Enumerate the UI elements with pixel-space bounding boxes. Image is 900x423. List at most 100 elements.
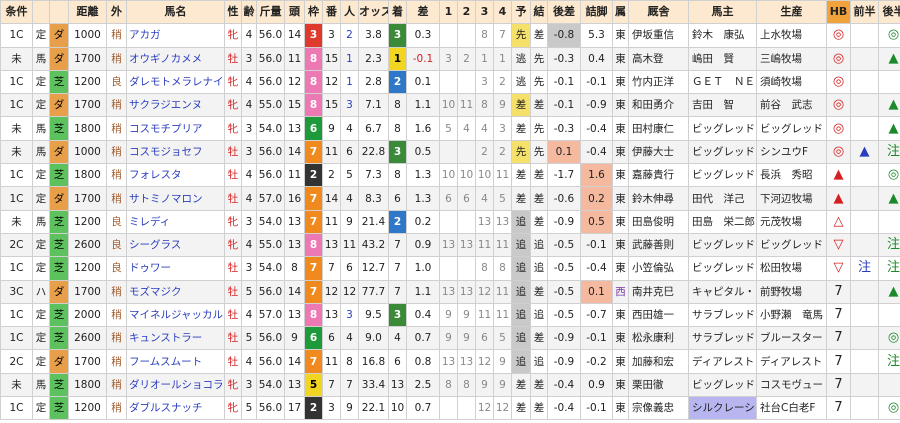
cell-tsume: 1.6 xyxy=(580,163,613,188)
table-row[interactable]: 1C 定ダ 1700 稍サクラジエンヌ牝 4 55.0 15 8 15 3 7.1 8 1.1 10 11 8… xyxy=(0,93,900,118)
cell-tsume: -0.1 xyxy=(580,326,613,351)
header-chaku[interactable]: 着 xyxy=(388,0,407,25)
cell-ketsu: 差 xyxy=(530,372,548,398)
header-ban[interactable]: 番 xyxy=(322,0,341,25)
header-dist[interactable]: 距離 xyxy=(68,0,107,25)
header-kou[interactable]: 後半 xyxy=(878,0,900,25)
cell-kind: 馬 xyxy=(32,46,50,71)
cell-sa: 1.1 xyxy=(406,279,440,304)
horse-name-link[interactable]: ダレモトメラレナイ xyxy=(126,69,225,95)
header-tsume[interactable]: 詰脚 xyxy=(580,0,613,25)
horse-name-link[interactable]: シーグラス xyxy=(126,232,225,258)
horse-name-link[interactable]: コスモチプリア xyxy=(126,116,225,141)
horse-name-link[interactable]: コスモジョセフ xyxy=(126,139,225,165)
table-row[interactable]: 1C 定ダ 1700 稍サトミノマロン牡 4 57.0 16 7 14 4 8.3 6 1.3 6 6 4 5 差… xyxy=(0,186,900,211)
header-name[interactable]: 馬名 xyxy=(126,0,225,25)
cell-hb: ▽ xyxy=(826,256,851,281)
header-c2[interactable]: 2 xyxy=(457,0,476,25)
header-sa[interactable]: 差 xyxy=(406,0,440,25)
cell-cls: 2C xyxy=(0,349,33,374)
header-ketsu[interactable]: 結 xyxy=(530,0,548,25)
header-owner[interactable]: 馬主 xyxy=(688,0,757,25)
table-row[interactable]: 3C ハダ 1700 稍モズマジク牡 5 56.0 14 7 12 12 77.7 7 1.1 13 13 1… xyxy=(0,279,900,304)
header-sex[interactable]: 性 xyxy=(224,0,242,25)
header-waku[interactable]: 枠 xyxy=(304,0,323,25)
table-row[interactable]: 未馬芝 1800 稍ダリオールショコラ牝 3 54.0 13 5 7 7 33.4 13 2.5 8 8 9… xyxy=(0,372,900,398)
table-row[interactable]: 未馬ダ 1000 稍コスモジョセフ牡 3 56.0 14 7 11 6 22.8 3 0.5 2 2 先先 0… xyxy=(0,139,900,165)
horse-name-link[interactable]: ミレディ xyxy=(126,209,225,234)
table-row[interactable]: 未馬芝 1800 稍コスモチプリア牝 3 54.0 13 6 9 4 6.7 8 1.6 5 4 4 3 差先 -… xyxy=(0,116,900,141)
cell-kin: 56.0 xyxy=(256,349,285,374)
header-zen[interactable]: 前半 xyxy=(850,0,879,25)
horse-name-link[interactable]: サトミノマロン xyxy=(126,186,225,211)
cell-tou: 13 xyxy=(284,372,305,398)
horse-name-link[interactable]: ダブルスナッチ xyxy=(126,396,225,421)
cell-sex: 牝 xyxy=(224,116,242,141)
header-kyu[interactable]: 厩舎 xyxy=(628,0,689,25)
header-soto[interactable]: 外 xyxy=(106,0,127,25)
table-row[interactable]: 1C 定芝 1800 稍フォレスタ牡 4 56.0 11 2 2 5 7.3 8 1.3 10 10 10 11… xyxy=(0,163,900,188)
header-c4[interactable]: 4 xyxy=(493,0,512,25)
cell-sex: 牡 xyxy=(224,279,242,304)
horse-name-link[interactable]: ドゥワー xyxy=(126,256,225,281)
header-kin[interactable]: 斤量 xyxy=(256,0,285,25)
cell-age: 5 xyxy=(241,326,257,351)
horse-name-link[interactable]: ダリオールショコラ xyxy=(126,372,225,398)
header-tou[interactable]: 頭 xyxy=(284,0,305,25)
header-kind[interactable] xyxy=(32,0,50,25)
cell-sa: 0.3 xyxy=(406,23,440,48)
horse-name-link[interactable]: アカガ xyxy=(126,23,225,48)
header-hb[interactable]: HB xyxy=(826,0,851,25)
horse-name-link[interactable]: マイネルジャッカル xyxy=(126,302,225,328)
cell-cls: 1C xyxy=(0,396,33,421)
horse-name-link[interactable]: オウギノカメメ xyxy=(126,46,225,71)
cell-kyu: 南井克巳 xyxy=(628,279,689,304)
header-gosa[interactable]: 後差 xyxy=(547,0,581,25)
table-row[interactable]: 未馬ダ 1700 稍オウギノカメメ牡 3 56.0 11 8 15 1 2.3 1 -0.1 3 2 1 1 逃… xyxy=(0,46,900,71)
cell-sei: 下河辺牧場 xyxy=(756,186,827,211)
cell-odds: 2.3 xyxy=(358,46,389,71)
cell-kou: ◎ xyxy=(878,23,900,48)
cell-sa: 1.1 xyxy=(406,93,440,118)
header-cls[interactable]: 条件 xyxy=(0,0,33,25)
table-row[interactable]: 1C 定芝 2000 稍マイネルジャッカル牡 4 57.0 13 8 13 3 9.5 3 0.4 9 9 1… xyxy=(0,302,900,328)
table-row[interactable]: 2C 定芝 2600 良シーグラス牝 4 55.0 13 8 13 11 43.2 7 0.9 13 13 1… xyxy=(0,232,900,258)
table-row[interactable]: 未馬芝 1200 良ミレディ牝 3 54.0 13 7 11 9 21.4 2 0.2 13 13 追差 -0… xyxy=(0,209,900,234)
header-c1[interactable]: 1 xyxy=(439,0,458,25)
cell-surf: ダ xyxy=(49,93,69,118)
cell-chaku: 8 xyxy=(388,163,407,188)
cell-surf: 芝 xyxy=(49,232,69,258)
horse-name-link[interactable]: キュンストラー xyxy=(126,326,225,351)
table-row[interactable]: 1C 定芝 1200 稍ダブルスナッチ牝 5 56.0 17 2 3 9 22.1 10 0.7 12 12… xyxy=(0,396,900,421)
header-zoku[interactable]: 属 xyxy=(612,0,629,25)
cell-tsume: 0.5 xyxy=(580,209,613,234)
cell-odds: 9.0 xyxy=(358,326,389,351)
cell-owner: キャピタル・ xyxy=(688,279,757,304)
horse-name-link[interactable]: モズマジク xyxy=(126,279,225,304)
cell-c4: 5 xyxy=(493,186,512,211)
cell-nin: 12 xyxy=(340,279,359,304)
header-odds[interactable]: オッズ xyxy=(358,0,389,25)
cell-tou: 16 xyxy=(284,186,305,211)
cell-cls: 1C xyxy=(0,93,33,118)
header-sei[interactable]: 生産 xyxy=(756,0,827,25)
header-surf[interactable] xyxy=(49,0,69,25)
cell-kin: 56.0 xyxy=(256,163,285,188)
cell-kyu: 和田勇介 xyxy=(628,93,689,118)
cell-yo: 追 xyxy=(511,232,531,258)
cell-tou: 15 xyxy=(284,93,305,118)
cell-hb: 7 xyxy=(826,302,851,328)
header-c3[interactable]: 3 xyxy=(475,0,494,25)
header-yo[interactable]: 予 xyxy=(511,0,531,25)
table-row[interactable]: 1C 定芝 2600 稍キュンストラー牡 5 56.0 9 6 6 4 9.0 4 0.7 9 9 6 5 追差 -… xyxy=(0,326,900,351)
table-row[interactable]: 1C 定芝 1200 良ダレモトメラレナイ牝 4 56.0 12 8 12 1 2.8 2 0.1 3 2 逃… xyxy=(0,69,900,95)
table-row[interactable]: 1C 定芝 1200 良ドゥワー牡 3 54.0 8 7 7 6 12.7 7 1.0 8 8 追追 -0.5-… xyxy=(0,256,900,281)
table-row[interactable]: 1C 定ダ 1000 稍アカガ牝 4 56.0 14 3 3 2 3.8 3 0.3 8 7 先差 -0.8 5.… xyxy=(0,23,900,48)
horse-name-link[interactable]: フォレスタ xyxy=(126,163,225,188)
horse-name-link[interactable]: フームスムート xyxy=(126,349,225,374)
header-nin[interactable]: 人 xyxy=(340,0,359,25)
table-row[interactable]: 2C 定ダ 1700 稍フームスムート牡 4 56.0 14 7 11 8 16.8 6 0.8 13 13… xyxy=(0,349,900,374)
header-age[interactable]: 齢 xyxy=(241,0,257,25)
cell-tou: 8 xyxy=(284,256,305,281)
horse-name-link[interactable]: サクラジエンヌ xyxy=(126,93,225,118)
